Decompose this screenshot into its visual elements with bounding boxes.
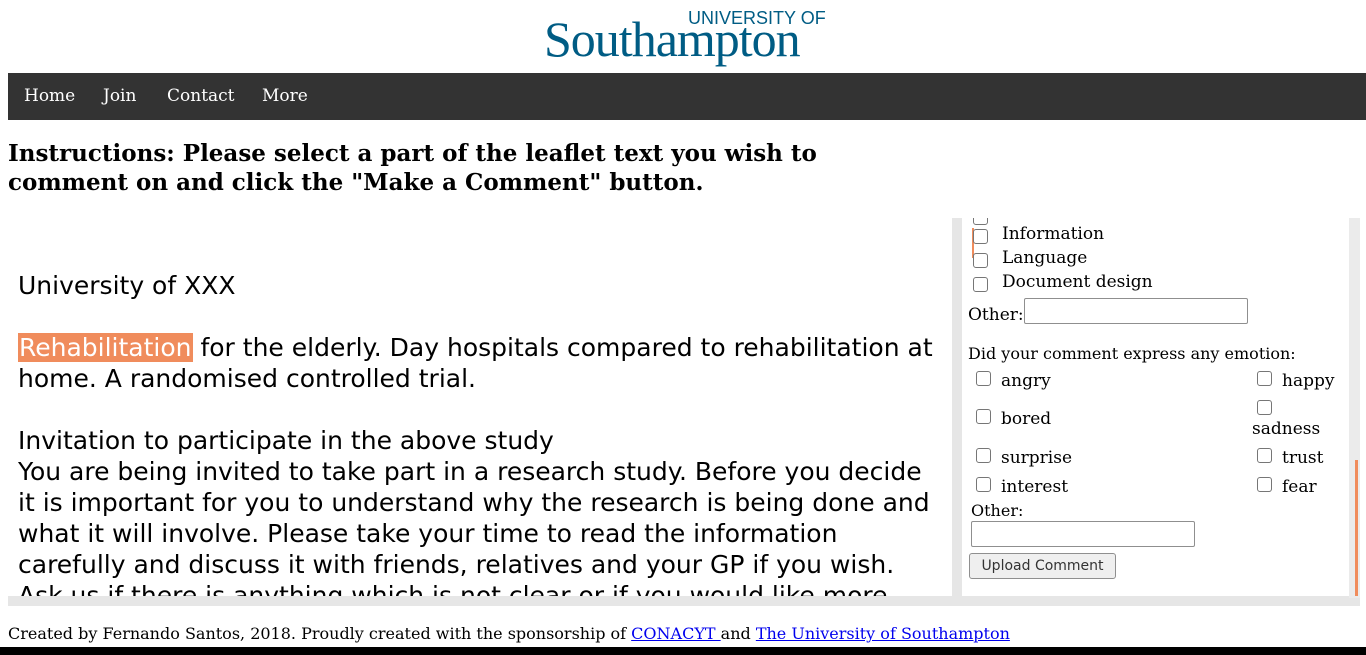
label-angry: angry: [1001, 371, 1051, 391]
checkbox-bored[interactable]: [976, 409, 991, 424]
other-emotion-textarea[interactable]: [971, 521, 1195, 547]
checkbox-surprise[interactable]: [976, 448, 991, 463]
other-label: Other:: [968, 305, 1024, 325]
label-interest: interest: [1001, 477, 1069, 497]
emotion-question: Did your comment express any emotion:: [968, 344, 1296, 363]
instructions-text: Instructions: Please select a part of th…: [8, 140, 817, 196]
label-surprise: surprise: [1001, 448, 1073, 468]
label-happy: happy: [1282, 371, 1335, 391]
leaflet-title: Rehabilitation for the elderly. Day hosp…: [18, 332, 942, 394]
label-language: Language: [1002, 248, 1088, 268]
page-scrollbar[interactable]: [8, 598, 1360, 606]
footer-middle: and: [720, 624, 756, 643]
label-trust: trust: [1282, 448, 1324, 468]
other-emotion-label: Other:: [971, 501, 1024, 520]
category-checkbox-hidden[interactable]: [973, 218, 988, 225]
nav-contact[interactable]: Contact: [167, 73, 235, 120]
nav-join[interactable]: Join: [103, 73, 136, 120]
nav-home[interactable]: Home: [24, 73, 75, 120]
logo-main: Southampton: [544, 11, 801, 67]
panel-scrollbar-thumb[interactable]: [1355, 460, 1358, 596]
label-bored: bored: [1001, 409, 1052, 429]
checkbox-document-design[interactable]: [973, 277, 988, 292]
footer-prefix: Created by Fernando Santos, 2018. Proudl…: [8, 624, 632, 643]
label-information: Information: [1002, 224, 1105, 244]
leaflet-viewer[interactable]: University of XXX Rehabilitation for the…: [8, 218, 952, 606]
link-southampton[interactable]: The University of Southampton: [756, 624, 1010, 643]
link-conacyt[interactable]: CONACYT: [631, 624, 720, 643]
checkbox-interest[interactable]: [976, 477, 991, 492]
checkbox-happy[interactable]: [1257, 371, 1272, 386]
other-category-textarea[interactable]: [1024, 298, 1248, 324]
navbar: Home Join Contact More: [8, 73, 1366, 120]
label-sadness: sadness: [1252, 419, 1321, 439]
comment-panel: Information Language Document design Oth…: [952, 218, 1360, 606]
panel-scrollbar[interactable]: [1349, 218, 1360, 606]
checkbox-trust[interactable]: [1257, 448, 1272, 463]
label-document-design: Document design: [1002, 272, 1153, 292]
checkbox-angry[interactable]: [976, 371, 991, 386]
leaflet-body: You are being invited to take part in a …: [18, 457, 930, 606]
invitation-heading: Invitation to participate in the above s…: [18, 426, 554, 455]
nav-more[interactable]: More: [262, 73, 308, 120]
footer: Created by Fernando Santos, 2018. Proudl…: [8, 624, 1010, 643]
comment-form: Information Language Document design Oth…: [962, 218, 1349, 596]
leaflet-heading: University of XXX: [18, 271, 236, 300]
highlighted-selection[interactable]: Rehabilitation: [18, 333, 193, 362]
label-fear: fear: [1282, 477, 1317, 497]
university-logo: UNIVERSITY OF Southampton: [544, 6, 844, 72]
checkbox-sadness[interactable]: [1257, 400, 1272, 415]
checkbox-information[interactable]: [973, 229, 988, 244]
leaflet-content[interactable]: University of XXX Rehabilitation for the…: [18, 270, 942, 606]
bottom-edge: [0, 647, 1366, 655]
upload-comment-button[interactable]: Upload Comment: [969, 553, 1116, 579]
checkbox-fear[interactable]: [1257, 477, 1272, 492]
checkbox-language[interactable]: [973, 253, 988, 268]
